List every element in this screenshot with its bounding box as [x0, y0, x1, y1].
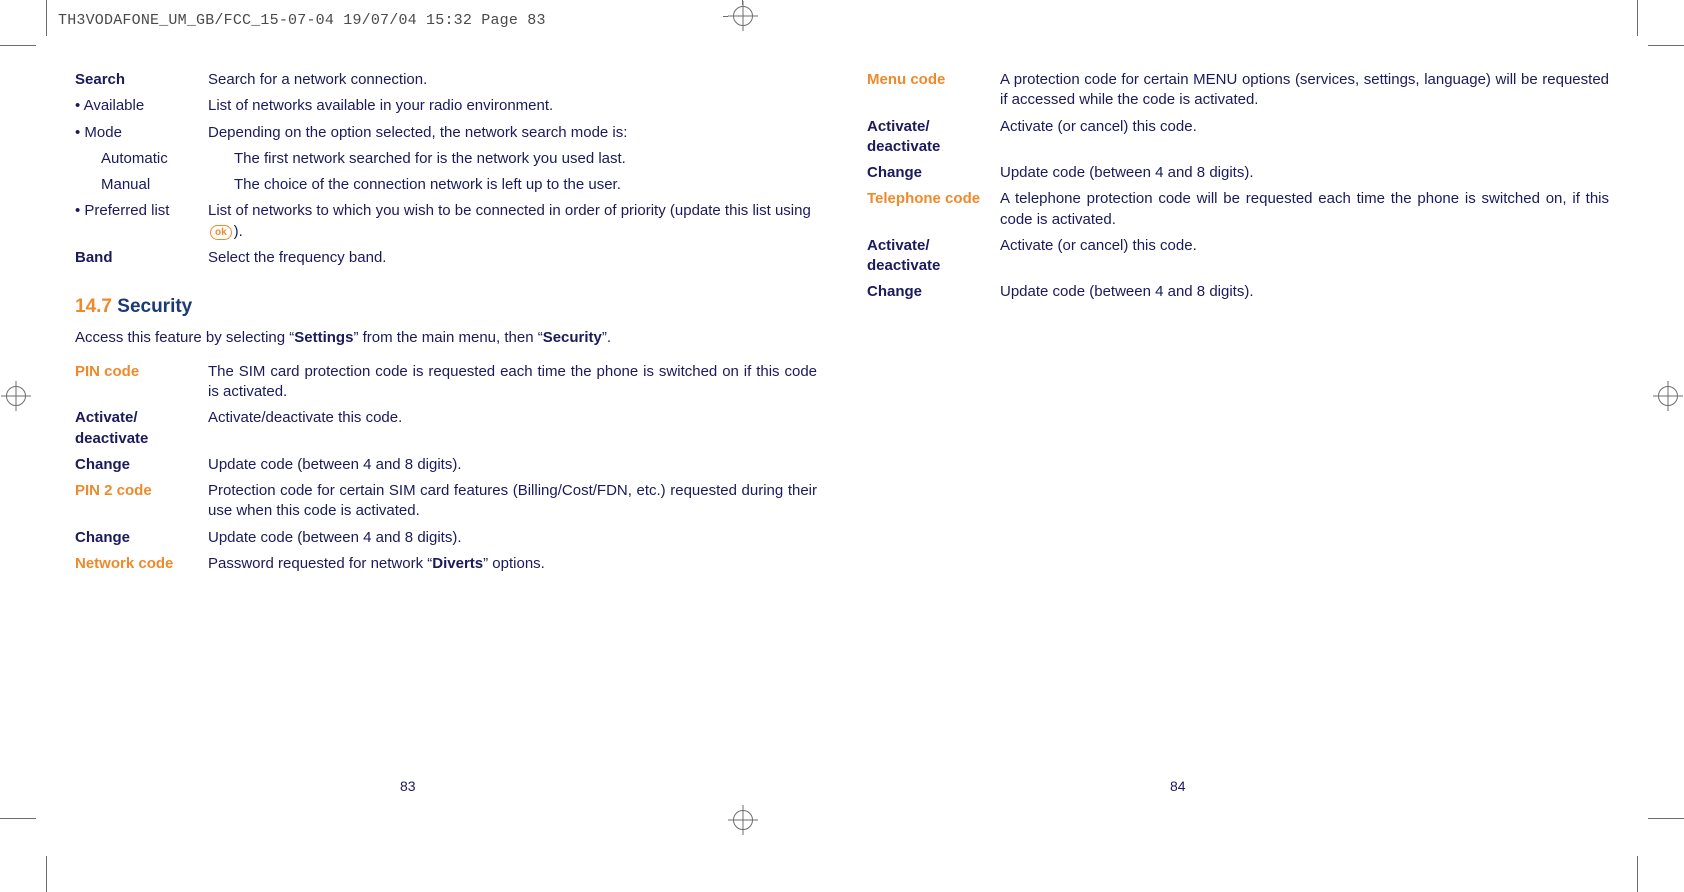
- desc-network-code: Password requested for network “Diverts”…: [208, 554, 817, 574]
- desc-activate-m: Activate (or cancel) this code.: [1000, 117, 1609, 137]
- desc-network-post: ” options.: [483, 555, 545, 572]
- crop-mark: [0, 818, 36, 819]
- page-number-left: 83: [400, 778, 416, 794]
- crop-mark: [46, 0, 47, 36]
- row-network-code: Network code Password requested for netw…: [75, 554, 817, 574]
- desc-activate-t: Activate (or cancel) this code.: [1000, 236, 1609, 256]
- desc-automatic: The first network searched for is the ne…: [234, 149, 817, 169]
- crop-mark: [0, 45, 36, 46]
- term-search: Search: [75, 70, 208, 90]
- desc-network-diverts: Diverts: [432, 555, 483, 572]
- intro-post: ”.: [602, 329, 611, 346]
- intro-settings: Settings: [294, 329, 353, 346]
- desc-mode: Depending on the option selected, the ne…: [208, 123, 817, 143]
- crop-mark: [1637, 856, 1638, 892]
- registration-mark-icon: [733, 810, 753, 830]
- term-menu-code: Menu code: [867, 70, 1000, 90]
- registration-mark-icon: [1658, 386, 1678, 406]
- row-automatic: Automatic The first network searched for…: [75, 149, 817, 169]
- desc-pin-code: The SIM card protection code is requeste…: [208, 362, 817, 403]
- desc-change-m: Update code (between 4 and 8 digits).: [1000, 163, 1609, 183]
- desc-change-1: Update code (between 4 and 8 digits).: [208, 455, 817, 475]
- row-change-2: Change Update code (between 4 and 8 digi…: [75, 528, 817, 548]
- term-preferred-label: Preferred list: [84, 202, 169, 219]
- term-change-m: Change: [867, 163, 1000, 183]
- row-available: • Available List of networks available i…: [75, 96, 817, 116]
- row-manual: Manual The choice of the connection netw…: [75, 175, 817, 195]
- term-change-t: Change: [867, 282, 1000, 302]
- term-telephone-code: Telephone code: [867, 189, 1000, 209]
- crop-mark: [723, 16, 728, 17]
- desc-preferred-pre: List of networks to which you wish to be…: [208, 202, 811, 219]
- term-activate-t: Activate/ deactivate: [867, 236, 1000, 277]
- row-pin2-code: PIN 2 code Protection code for certain S…: [75, 481, 817, 522]
- term-available: • Available: [75, 96, 208, 116]
- row-preferred: • Preferred list List of networks to whi…: [75, 201, 817, 242]
- registration-mark-icon: [6, 386, 26, 406]
- page-right: Menu code A protection code for certain …: [867, 70, 1609, 782]
- desc-change-2: Update code (between 4 and 8 digits).: [208, 528, 817, 548]
- row-band: Band Select the frequency band.: [75, 248, 817, 268]
- section-heading-security: 14.7 Security: [75, 294, 817, 320]
- term-manual: Manual: [75, 175, 234, 195]
- page-number-right: 84: [1170, 778, 1186, 794]
- term-network-code: Network code: [75, 554, 208, 574]
- intro-mid: ” from the main menu, then “: [353, 329, 542, 346]
- bullet-icon: •: [75, 124, 84, 141]
- row-change-1: Change Update code (between 4 and 8 digi…: [75, 455, 817, 475]
- print-slug: TH3VODAFONE_UM_GB/FCC_15-07-04 19/07/04 …: [58, 12, 546, 29]
- crop-mark: [46, 856, 47, 892]
- bullet-icon: •: [75, 202, 84, 219]
- desc-preferred: List of networks to which you wish to be…: [208, 201, 817, 242]
- term-preferred: • Preferred list: [75, 201, 208, 221]
- term-mode-label: Mode: [84, 124, 122, 141]
- term-pin-code: PIN code: [75, 362, 208, 382]
- bullet-icon: •: [75, 97, 84, 114]
- term-automatic: Automatic: [75, 149, 234, 169]
- row-mode: • Mode Depending on the option selected,…: [75, 123, 817, 143]
- row-change-t: Change Update code (between 4 and 8 digi…: [867, 282, 1609, 302]
- row-activate-1: Activate/ deactivate Activate/deactivate…: [75, 408, 817, 449]
- crop-mark: [1648, 45, 1684, 46]
- desc-search: Search for a network connection.: [208, 70, 817, 90]
- desc-preferred-post: ).: [234, 223, 243, 240]
- page-left: Search Search for a network connection. …: [75, 70, 817, 782]
- section-number: 14.7: [75, 296, 112, 317]
- ok-icon: ok: [210, 225, 232, 240]
- section-intro: Access this feature by selecting “Settin…: [75, 328, 817, 348]
- intro-security: Security: [543, 329, 602, 346]
- registration-mark-icon: [733, 6, 753, 26]
- row-menu-code: Menu code A protection code for certain …: [867, 70, 1609, 111]
- term-band: Band: [75, 248, 208, 268]
- desc-activate-1: Activate/deactivate this code.: [208, 408, 817, 428]
- row-telephone-code: Telephone code A telephone protection co…: [867, 189, 1609, 230]
- term-change-2: Change: [75, 528, 208, 548]
- term-available-label: Available: [84, 97, 145, 114]
- row-activate-t: Activate/ deactivate Activate (or cancel…: [867, 236, 1609, 277]
- desc-manual: The choice of the connection network is …: [234, 175, 817, 195]
- crop-mark: [1637, 0, 1638, 36]
- crop-mark: [1648, 818, 1684, 819]
- desc-network-pre: Password requested for network “: [208, 555, 432, 572]
- term-activate-1: Activate/ deactivate: [75, 408, 208, 449]
- row-search: Search Search for a network connection.: [75, 70, 817, 90]
- desc-available: List of networks available in your radio…: [208, 96, 817, 116]
- crop-mark: [742, 0, 743, 5]
- desc-telephone-code: A telephone protection code will be requ…: [1000, 189, 1609, 230]
- term-change-1: Change: [75, 455, 208, 475]
- row-activate-m: Activate/ deactivate Activate (or cancel…: [867, 117, 1609, 158]
- desc-band: Select the frequency band.: [208, 248, 817, 268]
- term-pin2-code: PIN 2 code: [75, 481, 208, 501]
- section-title: Security: [117, 296, 192, 317]
- row-change-m: Change Update code (between 4 and 8 digi…: [867, 163, 1609, 183]
- row-pin-code: PIN code The SIM card protection code is…: [75, 362, 817, 403]
- term-mode: • Mode: [75, 123, 208, 143]
- desc-change-t: Update code (between 4 and 8 digits).: [1000, 282, 1609, 302]
- desc-pin2-code: Protection code for certain SIM card fea…: [208, 481, 817, 522]
- intro-pre: Access this feature by selecting “: [75, 329, 294, 346]
- term-activate-m: Activate/ deactivate: [867, 117, 1000, 158]
- desc-menu-code: A protection code for certain MENU optio…: [1000, 70, 1609, 111]
